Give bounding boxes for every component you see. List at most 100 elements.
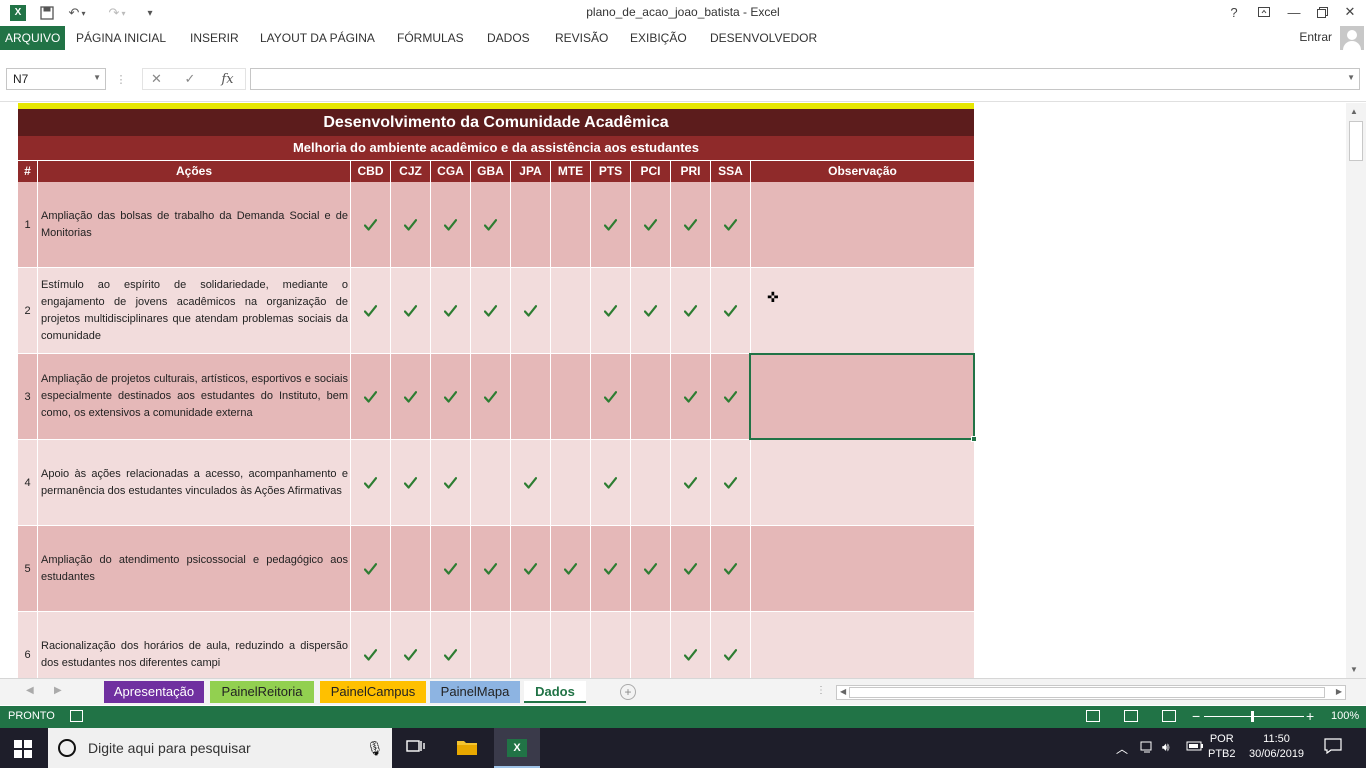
ribbon-display-options-icon[interactable] [1250, 2, 1278, 22]
campus-cell-ssa[interactable] [711, 612, 751, 678]
campus-cell-gba[interactable] [471, 182, 511, 268]
campus-cell-gba[interactable] [471, 526, 511, 612]
row-number[interactable]: 1 [18, 182, 38, 268]
header-campus-jpa[interactable]: JPA [511, 161, 551, 182]
tab-formulas[interactable]: FÓRMULAS [397, 26, 464, 50]
header-num[interactable]: # [18, 161, 38, 182]
scroll-down-icon[interactable]: ▼ [1350, 665, 1358, 674]
avatar[interactable] [1340, 26, 1364, 50]
page-layout-view-icon[interactable] [1124, 710, 1138, 722]
campus-cell-cga[interactable] [431, 612, 471, 678]
campus-cell-cga[interactable] [431, 526, 471, 612]
campus-cell-pci[interactable] [631, 354, 671, 440]
campus-cell-pts[interactable] [591, 526, 631, 612]
selected-cell-n7[interactable] [749, 353, 977, 442]
minimize-icon[interactable]: — [1280, 2, 1308, 22]
enter-icon[interactable]: ✓ [170, 68, 210, 90]
campus-cell-cjz[interactable] [391, 182, 431, 268]
name-box[interactable]: N7 ▼ [6, 68, 106, 90]
action-cell[interactable]: Estímulo ao espírito de solidariedade, m… [38, 268, 351, 354]
action-cell[interactable]: Ampliação das bolsas de trabalho da Dema… [38, 182, 351, 268]
header-campus-cga[interactable]: CGA [431, 161, 471, 182]
tab-dados[interactable]: DADOS [487, 26, 530, 50]
normal-view-icon[interactable] [1086, 710, 1100, 722]
campus-cell-cbd[interactable] [351, 526, 391, 612]
header-observacao[interactable]: Observação [751, 161, 974, 182]
campus-cell-cbd[interactable] [351, 268, 391, 354]
header-campus-mte[interactable]: MTE [551, 161, 591, 182]
file-explorer-icon[interactable] [456, 738, 478, 758]
action-cell[interactable]: Racionalização dos horários de aula, red… [38, 612, 351, 678]
tab-layout-da-pagina[interactable]: LAYOUT DA PÁGINA [260, 26, 375, 50]
campus-cell-pts[interactable] [591, 268, 631, 354]
row-number[interactable]: 6 [18, 612, 38, 678]
restore-icon[interactable] [1308, 2, 1336, 22]
add-sheet-icon[interactable]: + [620, 684, 636, 700]
campus-cell-jpa[interactable] [511, 526, 551, 612]
prev-sheet-icon[interactable]: ◀ [26, 685, 34, 696]
campus-cell-pci[interactable] [631, 612, 671, 678]
observation-cell[interactable] [751, 612, 974, 678]
header-campus-pri[interactable]: PRI [671, 161, 711, 182]
action-cell[interactable]: Ampliação do atendimento psicossocial e … [38, 526, 351, 612]
campus-cell-gba[interactable] [471, 440, 511, 526]
tray-chevron-icon[interactable]: ︿ [1116, 740, 1128, 757]
insert-function-icon[interactable]: fx [210, 68, 246, 90]
zoom-level[interactable]: 100% [1331, 710, 1359, 722]
sheet-tab-painelmapa[interactable]: PainelMapa [430, 681, 520, 703]
campus-cell-pci[interactable] [631, 268, 671, 354]
tab-revisao[interactable]: REVISÃO [555, 26, 608, 50]
notifications-icon[interactable] [1324, 738, 1342, 757]
zoom-slider-knob[interactable] [1251, 711, 1254, 722]
sheet-title[interactable]: Desenvolvimento da Comunidade Acadêmica [18, 109, 974, 136]
close-icon[interactable]: ✕ [1336, 2, 1364, 22]
action-cell[interactable]: Apoio às ações relacionadas a acesso, ac… [38, 440, 351, 526]
campus-cell-mte[interactable] [551, 268, 591, 354]
zoom-out-icon[interactable]: − [1192, 708, 1200, 724]
campus-cell-pts[interactable] [591, 182, 631, 268]
header-campus-ssa[interactable]: SSA [711, 161, 751, 182]
scroll-up-icon[interactable]: ▲ [1350, 107, 1358, 116]
sheet-tab-painelcampus[interactable]: PainelCampus [320, 681, 426, 703]
campus-cell-pri[interactable] [671, 526, 711, 612]
campus-cell-jpa[interactable] [511, 440, 551, 526]
campus-cell-pri[interactable] [671, 182, 711, 268]
horizontal-scrollbar[interactable]: ◀ ▶ [836, 685, 1346, 700]
campus-cell-jpa[interactable] [511, 612, 551, 678]
scroll-right-icon[interactable]: ▶ [1336, 687, 1342, 696]
campus-cell-pci[interactable] [631, 440, 671, 526]
row-number[interactable]: 4 [18, 440, 38, 526]
observation-cell[interactable] [751, 526, 974, 612]
chevron-down-icon[interactable]: ▼ [93, 73, 101, 82]
header-campus-cjz[interactable]: CJZ [391, 161, 431, 182]
network-icon[interactable] [1140, 740, 1156, 757]
page-break-view-icon[interactable] [1162, 710, 1176, 722]
scroll-left-icon[interactable]: ◀ [840, 687, 846, 696]
campus-cell-pri[interactable] [671, 354, 711, 440]
header-campus-cbd[interactable]: CBD [351, 161, 391, 182]
campus-cell-cbd[interactable] [351, 354, 391, 440]
campus-cell-cbd[interactable] [351, 440, 391, 526]
campus-cell-mte[interactable] [551, 182, 591, 268]
action-cell[interactable]: Ampliação de projetos culturais, artísti… [38, 354, 351, 440]
cancel-icon[interactable]: ✕ [142, 68, 170, 90]
row-number[interactable]: 5 [18, 526, 38, 612]
campus-cell-pri[interactable] [671, 612, 711, 678]
campus-cell-mte[interactable] [551, 354, 591, 440]
campus-cell-mte[interactable] [551, 440, 591, 526]
help-button[interactable]: ? [1220, 2, 1248, 22]
row-number[interactable]: 2 [18, 268, 38, 354]
next-sheet-icon[interactable]: ▶ [54, 685, 62, 696]
campus-cell-ssa[interactable] [711, 440, 751, 526]
campus-cell-cjz[interactable] [391, 440, 431, 526]
observation-cell[interactable] [751, 440, 974, 526]
campus-cell-ssa[interactable] [711, 354, 751, 440]
campus-cell-gba[interactable] [471, 268, 511, 354]
tab-inserir[interactable]: INSERIR [190, 26, 239, 50]
campus-cell-gba[interactable] [471, 354, 511, 440]
signin-link[interactable]: Entrar [1299, 30, 1332, 44]
macro-record-icon[interactable] [70, 710, 83, 722]
campus-cell-cga[interactable] [431, 440, 471, 526]
microphone-icon[interactable]: 🎙 [366, 740, 384, 757]
row-number[interactable]: 3 [18, 354, 38, 440]
